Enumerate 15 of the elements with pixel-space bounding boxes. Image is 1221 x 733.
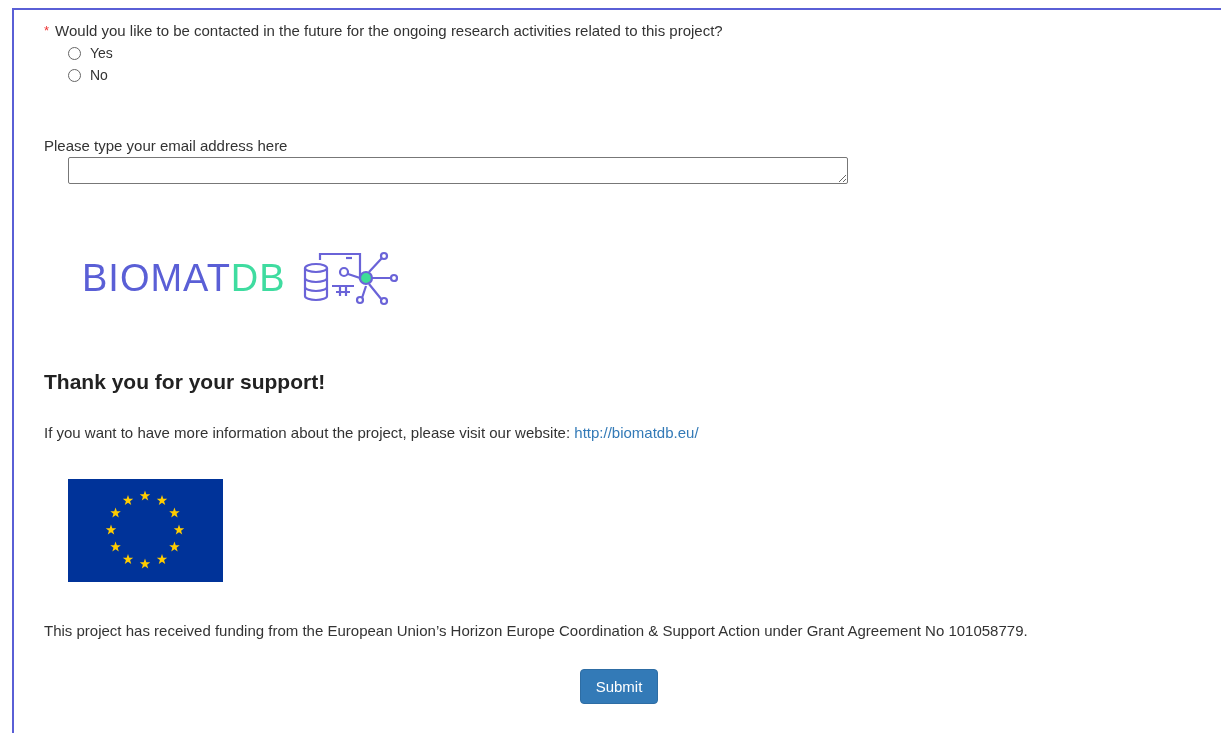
option-label: Yes bbox=[90, 45, 113, 61]
required-mark: * bbox=[44, 23, 50, 38]
info-text: If you want to have more information about the project, please visit our website: bbox=[44, 424, 571, 441]
question-text: Would you like to be contacted in the future for the ongoing research activities related to this project? bbox=[55, 22, 723, 39]
website-link[interactable]: http://biomatdb.eu/ bbox=[574, 424, 699, 441]
database-network-icon bbox=[301, 250, 398, 306]
logo-text: BIOMAT bbox=[82, 256, 231, 300]
submit-button[interactable]: Submit bbox=[579, 669, 659, 704]
funding-text: This project has received funding from the European Union’s Horizon Europe Coordination & Support Action under Grant Agreement No 101058779. bbox=[44, 622, 1029, 639]
email-field[interactable] bbox=[68, 157, 848, 184]
logo-text: DB bbox=[230, 256, 286, 300]
option-label: No bbox=[90, 67, 108, 83]
flag-icon bbox=[68, 479, 223, 582]
thank-you-heading: Thank you for your support! bbox=[44, 370, 327, 394]
email-label: Please type your email address here bbox=[44, 137, 289, 154]
